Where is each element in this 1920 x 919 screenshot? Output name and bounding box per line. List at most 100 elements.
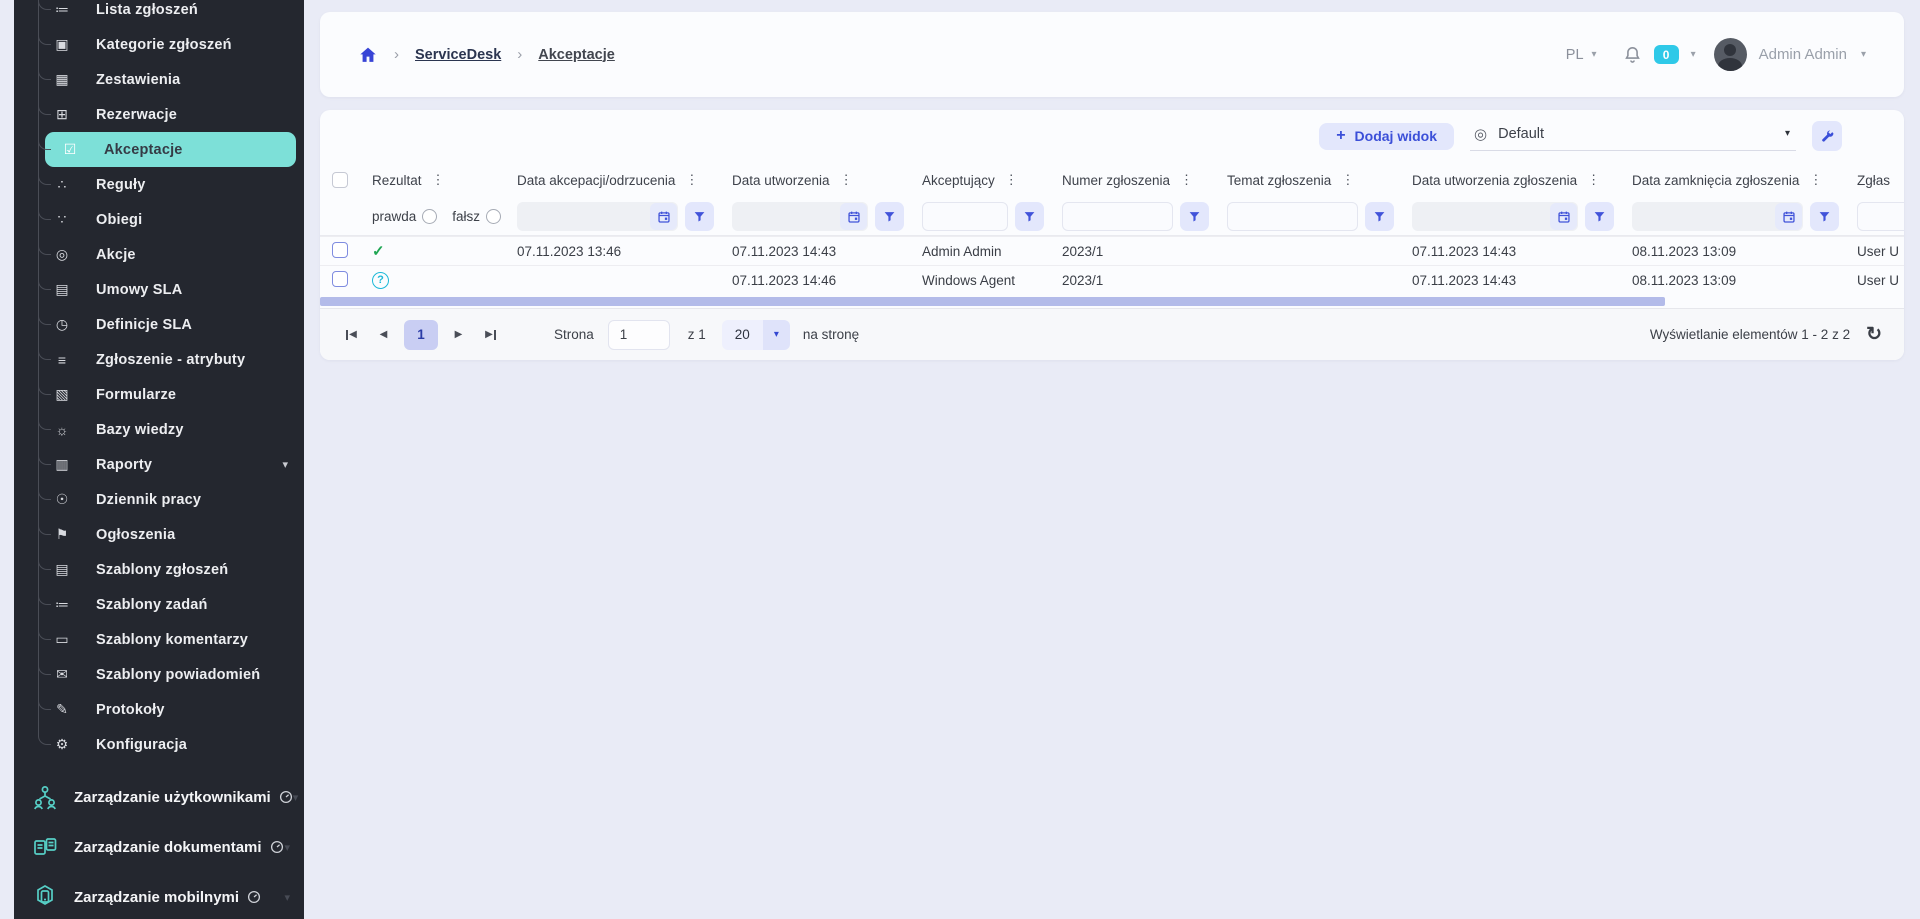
horizontal-scrollbar[interactable] bbox=[320, 294, 1904, 308]
header-checkbox-cell bbox=[328, 172, 368, 188]
sidebar-item-label: Protokoły bbox=[96, 702, 165, 718]
text-filter-input-akceptujacy[interactable] bbox=[922, 202, 1008, 231]
table-row[interactable]: ?07.11.2023 14:46Windows Agent2023/107.1… bbox=[320, 265, 1904, 294]
bell-icon[interactable] bbox=[1623, 45, 1642, 64]
notification-badge[interactable]: 0 bbox=[1654, 45, 1679, 64]
radio-label: fałsz bbox=[452, 209, 480, 224]
text-filter-input-numer_zgloszenia[interactable] bbox=[1062, 202, 1173, 231]
sidebar-item-protokoly[interactable]: ✎Protokoły bbox=[14, 692, 304, 727]
column-menu-icon[interactable]: ⋮ bbox=[1180, 172, 1193, 188]
sidebar-item-lista-zgloszen[interactable]: ≔Lista zgłoszeń bbox=[14, 0, 304, 27]
select-all-checkbox[interactable] bbox=[332, 172, 348, 188]
sidebar-section-zarzadzanie-mobilnymi[interactable]: Zarządzanie mobilnymi ▾ bbox=[14, 872, 304, 919]
text-filter-input-zglaszajacy[interactable] bbox=[1857, 202, 1904, 231]
sidebar-item-reguly[interactable]: ∴Reguły bbox=[14, 167, 304, 202]
radio-button[interactable] bbox=[422, 209, 437, 224]
scrollbar-thumb[interactable] bbox=[320, 297, 1665, 306]
sidebar-item-szablony-komentarzy[interactable]: ▭Szablony komentarzy bbox=[14, 622, 304, 657]
text-filter-input-temat_zgloszenia[interactable] bbox=[1227, 202, 1358, 231]
sidebar-item-umowy-sla[interactable]: ▤Umowy SLA bbox=[14, 272, 304, 307]
sidebar-item-ogloszenia[interactable]: ⚑Ogłoszenia bbox=[14, 517, 304, 552]
date-filter-input-data_utworzenia_zgloszenia[interactable] bbox=[1412, 202, 1578, 231]
tree-connector bbox=[38, 279, 51, 290]
home-icon[interactable] bbox=[358, 45, 378, 65]
filter-cell-data_utworzenia_zgloszenia bbox=[1408, 202, 1628, 231]
sidebar-item-konfiguracja[interactable]: ⚙Konfiguracja bbox=[14, 727, 304, 762]
template-notifications-icon: ✉ bbox=[51, 666, 73, 683]
mobile-shield-icon bbox=[32, 884, 58, 910]
cell-data_utworzenia_zgloszenia: 07.11.2023 14:43 bbox=[1408, 244, 1628, 259]
filter-button-data_zamkniecia_zgloszenia[interactable] bbox=[1810, 202, 1839, 231]
column-label: Data akcepacji/odrzucenia bbox=[517, 173, 675, 188]
filter-button-data_utworzenia_zgloszenia[interactable] bbox=[1585, 202, 1614, 231]
calendar-icon[interactable] bbox=[1775, 203, 1802, 230]
column-menu-icon[interactable]: ⋮ bbox=[840, 172, 853, 188]
sidebar-item-rezerwacje[interactable]: ⊞Rezerwacje bbox=[14, 97, 304, 132]
column-menu-icon[interactable]: ⋮ bbox=[1587, 172, 1600, 188]
filter-button-akceptujacy[interactable] bbox=[1015, 202, 1044, 231]
column-menu-icon[interactable]: ⋮ bbox=[1900, 172, 1904, 188]
column-menu-icon[interactable]: ⋮ bbox=[1005, 172, 1018, 188]
sidebar-section-zarzadzanie-dokumentami[interactable]: Zarządzanie dokumentami ▾ bbox=[14, 822, 304, 872]
sidebar-item-szablony-powiadomien[interactable]: ✉Szablony powiadomień bbox=[14, 657, 304, 692]
user-menu-chevron-icon[interactable]: ▾ bbox=[1861, 49, 1866, 60]
sidebar-item-definicje-sla[interactable]: ◷Definicje SLA bbox=[14, 307, 304, 342]
sidebar-item-dziennik-pracy[interactable]: ☉Dziennik pracy bbox=[14, 482, 304, 517]
date-filter-input-data_utworzenia[interactable] bbox=[732, 202, 868, 231]
breadcrumb-akceptacje[interactable]: Akceptacje bbox=[538, 47, 615, 63]
filter-button-numer_zgloszenia[interactable] bbox=[1180, 202, 1209, 231]
date-filter-input-data_zamkniecia_zgloszenia[interactable] bbox=[1632, 202, 1803, 231]
breadcrumb: › ServiceDesk › Akceptacje bbox=[358, 45, 615, 65]
filter-button-data_utworzenia[interactable] bbox=[875, 202, 904, 231]
sidebar-item-akcje[interactable]: ◎Akcje bbox=[14, 237, 304, 272]
sidebar-item-szablony-zgloszen[interactable]: ▤Szablony zgłoszeń bbox=[14, 552, 304, 587]
language-selector[interactable]: PL ▾ bbox=[1566, 47, 1597, 63]
sidebar-item-akceptacje[interactable]: ☑Akceptacje bbox=[45, 132, 296, 167]
column-menu-icon[interactable]: ⋮ bbox=[1809, 172, 1822, 188]
column-menu-icon[interactable]: ⋮ bbox=[432, 172, 445, 188]
sidebar-item-formularze[interactable]: ▧Formularze bbox=[14, 377, 304, 412]
calendar-icon[interactable] bbox=[1550, 203, 1577, 230]
tree-connector bbox=[38, 139, 51, 150]
per-page-select[interactable]: 20 ▾ bbox=[722, 320, 790, 350]
current-page-button[interactable]: 1 bbox=[404, 320, 438, 350]
document-icon: ▤ bbox=[51, 281, 73, 298]
calendar-icon[interactable] bbox=[840, 203, 867, 230]
sidebar-item-zestawienia[interactable]: ▦Zestawienia bbox=[14, 62, 304, 97]
sidebar-item-kategorie-zgloszen[interactable]: ▣Kategorie zgłoszeń bbox=[14, 27, 304, 62]
next-page-button[interactable]: ▶ bbox=[445, 321, 472, 348]
first-page-button[interactable]: ◀ bbox=[337, 321, 364, 348]
row-checkbox[interactable] bbox=[332, 242, 348, 258]
filter-button-data_akceptacji[interactable] bbox=[685, 202, 714, 231]
column-menu-icon[interactable]: ⋮ bbox=[685, 172, 698, 188]
date-filter-input-data_akceptacji[interactable] bbox=[517, 202, 678, 231]
table-row[interactable]: ✓07.11.2023 13:4607.11.2023 14:43Admin A… bbox=[320, 236, 1904, 265]
add-view-button[interactable]: + Dodaj widok bbox=[1319, 123, 1454, 150]
cell-akceptujacy: Windows Agent bbox=[918, 273, 1058, 288]
attributes-list-icon: ≡ bbox=[51, 352, 73, 368]
refresh-icon[interactable]: ↻ bbox=[1866, 325, 1882, 344]
sidebar-item-bazy-wiedzy[interactable]: ☼Bazy wiedzy bbox=[14, 412, 304, 447]
target-icon: ◎ bbox=[51, 246, 73, 263]
prev-page-button[interactable]: ◀ bbox=[370, 321, 397, 348]
notification-chevron-icon[interactable]: ▾ bbox=[1691, 49, 1696, 60]
sidebar-item-szablony-zadan[interactable]: ≔Szablony zadań bbox=[14, 587, 304, 622]
tree-connector bbox=[38, 104, 51, 115]
avatar[interactable] bbox=[1714, 38, 1747, 71]
user-name[interactable]: Admin Admin bbox=[1759, 46, 1847, 63]
sidebar-item-raporty[interactable]: ▥Raporty▾ bbox=[14, 447, 304, 482]
calendar-icon[interactable] bbox=[650, 203, 677, 230]
column-menu-icon[interactable]: ⋮ bbox=[1341, 172, 1354, 188]
filter-button-temat_zgloszenia[interactable] bbox=[1365, 202, 1394, 231]
sidebar-item-obiegi[interactable]: ∵Obiegi bbox=[14, 202, 304, 237]
sidebar-section-zarzadzanie-uzytkownikami[interactable]: Zarządzanie użytkownikami ▾ bbox=[14, 772, 304, 822]
row-checkbox[interactable] bbox=[332, 271, 348, 287]
radio-button[interactable] bbox=[486, 209, 501, 224]
page-input[interactable]: 1 bbox=[608, 320, 670, 350]
settings-wrench-button[interactable] bbox=[1812, 121, 1842, 151]
view-select[interactable]: ◎ Default ▾ bbox=[1470, 121, 1796, 151]
breadcrumb-servicedesk[interactable]: ServiceDesk bbox=[415, 47, 501, 63]
filter-cell-data_zamkniecia_zgloszenia bbox=[1628, 202, 1853, 231]
sidebar-item-zgloszenie-atrybuty[interactable]: ≡Zgłoszenie - atrybuty bbox=[14, 342, 304, 377]
last-page-button[interactable]: ▶ bbox=[478, 321, 505, 348]
